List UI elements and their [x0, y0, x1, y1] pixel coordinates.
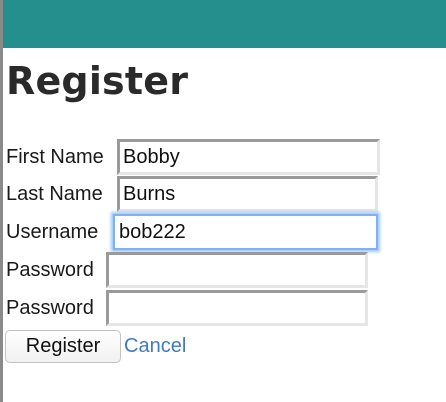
password-field[interactable] — [106, 252, 368, 288]
first-name-label: First Name — [6, 146, 104, 168]
register-button[interactable]: Register — [5, 330, 121, 363]
cancel-link[interactable]: Cancel — [124, 330, 186, 363]
password-label: Password — [6, 259, 94, 281]
page-title: Register — [6, 59, 189, 103]
first-name-field[interactable]: Bobby — [117, 139, 380, 175]
username-field[interactable]: bob222 — [113, 214, 378, 250]
last-name-field[interactable]: Burns — [117, 176, 378, 212]
username-label: Username — [6, 221, 99, 243]
password-confirm-label: Password — [6, 297, 94, 319]
last-name-label: Last Name — [6, 183, 103, 205]
header-bar — [3, 0, 446, 48]
window-edge — [0, 0, 3, 402]
password-confirm-field[interactable] — [106, 290, 368, 326]
